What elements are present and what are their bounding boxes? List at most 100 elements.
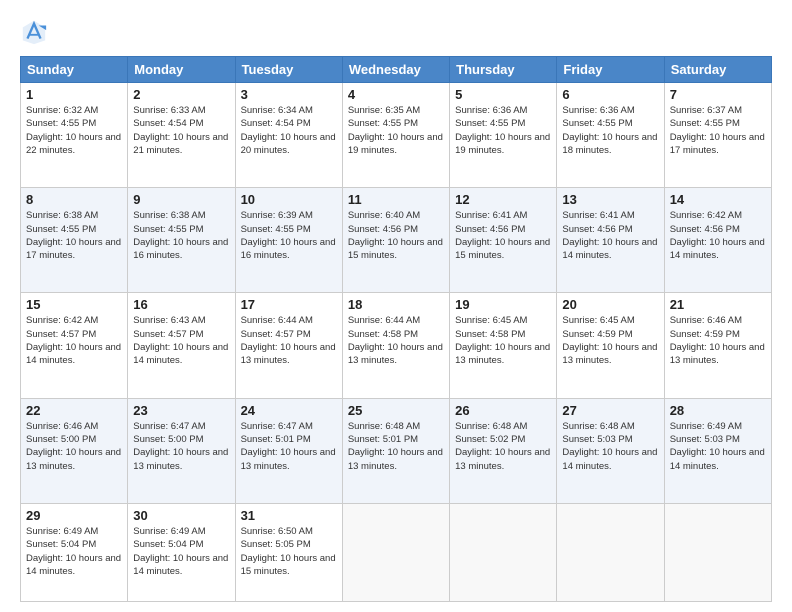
table-row: 19 Sunrise: 6:45 AMSunset: 4:58 PMDayligh… [450, 293, 557, 398]
cell-text: Sunrise: 6:41 AMSunset: 4:56 PMDaylight:… [562, 210, 657, 261]
table-row: 13 Sunrise: 6:41 AMSunset: 4:56 PMDayligh… [557, 188, 664, 293]
cell-text: Sunrise: 6:34 AMSunset: 4:54 PMDaylight:… [241, 105, 336, 156]
table-row: 12 Sunrise: 6:41 AMSunset: 4:56 PMDayligh… [450, 188, 557, 293]
col-sunday: Sunday [21, 57, 128, 83]
top-section [20, 18, 772, 46]
cell-text: Sunrise: 6:48 AMSunset: 5:02 PMDaylight:… [455, 421, 550, 472]
day-number: 4 [348, 87, 444, 102]
day-number: 7 [670, 87, 766, 102]
table-row: 26 Sunrise: 6:48 AMSunset: 5:02 PMDayligh… [450, 398, 557, 503]
table-row: 2 Sunrise: 6:33 AMSunset: 4:54 PMDaylight… [128, 83, 235, 188]
cell-text: Sunrise: 6:45 AMSunset: 4:59 PMDaylight:… [562, 315, 657, 366]
day-number: 6 [562, 87, 658, 102]
day-number: 2 [133, 87, 229, 102]
day-number: 17 [241, 297, 337, 312]
table-row [557, 503, 664, 601]
cell-text: Sunrise: 6:45 AMSunset: 4:58 PMDaylight:… [455, 315, 550, 366]
cell-text: Sunrise: 6:48 AMSunset: 5:03 PMDaylight:… [562, 421, 657, 472]
day-number: 28 [670, 403, 766, 418]
cell-text: Sunrise: 6:38 AMSunset: 4:55 PMDaylight:… [133, 210, 228, 261]
table-row: 5Sunrise: 6:36 AMSunset: 4:55 PMDaylight… [450, 83, 557, 188]
cell-text: Sunrise: 6:44 AMSunset: 4:57 PMDaylight:… [241, 315, 336, 366]
table-row: 24 Sunrise: 6:47 AMSunset: 5:01 PMDayligh… [235, 398, 342, 503]
day-number: 24 [241, 403, 337, 418]
day-number: 10 [241, 192, 337, 207]
cell-text: Sunrise: 6:43 AMSunset: 4:57 PMDaylight:… [133, 315, 228, 366]
day-number: 31 [241, 508, 337, 523]
table-row [450, 503, 557, 601]
day-number: 27 [562, 403, 658, 418]
cell-text: Sunrise: 6:40 AMSunset: 4:56 PMDaylight:… [348, 210, 443, 261]
table-row: 25 Sunrise: 6:48 AMSunset: 5:01 PMDayligh… [342, 398, 449, 503]
cell-text: Sunrise: 6:50 AMSunset: 5:05 PMDaylight:… [241, 526, 336, 577]
table-row: 4 Sunrise: 6:35 AMSunset: 4:55 PMDaylight… [342, 83, 449, 188]
day-number: 1 [26, 87, 122, 102]
cell-text: Sunrise: 6:44 AMSunset: 4:58 PMDaylight:… [348, 315, 443, 366]
col-wednesday: Wednesday [342, 57, 449, 83]
day-number: 8 [26, 192, 122, 207]
col-thursday: Thursday [450, 57, 557, 83]
cell-text: Sunrise: 6:46 AMSunset: 4:59 PMDaylight:… [670, 315, 765, 366]
cell-text: Sunrise: 6:35 AMSunset: 4:55 PMDaylight:… [348, 105, 443, 156]
page: Sunday Monday Tuesday Wednesday Thursday… [0, 0, 792, 612]
cell-text: Sunrise: 6:32 AMSunset: 4:55 PMDaylight:… [26, 105, 121, 156]
day-number: 5 [455, 87, 551, 102]
cell-text: Sunrise: 6:33 AMSunset: 4:54 PMDaylight:… [133, 105, 228, 156]
table-row: 14 Sunrise: 6:42 AMSunset: 4:56 PMDayligh… [664, 188, 771, 293]
day-number: 15 [26, 297, 122, 312]
table-row: 16Sunrise: 6:43 AMSunset: 4:57 PMDayligh… [128, 293, 235, 398]
table-row: 22 Sunrise: 6:46 AMSunset: 5:00 PMDayligh… [21, 398, 128, 503]
cell-text: Sunrise: 6:47 AMSunset: 5:01 PMDaylight:… [241, 421, 336, 472]
day-number: 9 [133, 192, 229, 207]
cell-text: Sunrise: 6:49 AMSunset: 5:04 PMDaylight:… [26, 526, 121, 577]
day-number: 25 [348, 403, 444, 418]
day-number: 23 [133, 403, 229, 418]
table-row: 7Sunrise: 6:37 AMSunset: 4:55 PMDaylight… [664, 83, 771, 188]
cell-text: Sunrise: 6:36 AMSunset: 4:55 PMDaylight:… [562, 105, 657, 156]
cell-text: Sunrise: 6:42 AMSunset: 4:57 PMDaylight:… [26, 315, 121, 366]
table-row: 10 Sunrise: 6:39 AMSunset: 4:55 PMDayligh… [235, 188, 342, 293]
day-number: 19 [455, 297, 551, 312]
table-row: 20 Sunrise: 6:45 AMSunset: 4:59 PMDayligh… [557, 293, 664, 398]
col-saturday: Saturday [664, 57, 771, 83]
table-row: 18 Sunrise: 6:44 AMSunset: 4:58 PMDayligh… [342, 293, 449, 398]
cell-text: Sunrise: 6:46 AMSunset: 5:00 PMDaylight:… [26, 421, 121, 472]
day-number: 20 [562, 297, 658, 312]
day-number: 18 [348, 297, 444, 312]
table-row: 27 Sunrise: 6:48 AMSunset: 5:03 PMDayligh… [557, 398, 664, 503]
day-number: 12 [455, 192, 551, 207]
cell-text: Sunrise: 6:48 AMSunset: 5:01 PMDaylight:… [348, 421, 443, 472]
day-number: 30 [133, 508, 229, 523]
day-number: 3 [241, 87, 337, 102]
day-number: 22 [26, 403, 122, 418]
table-row: 28 Sunrise: 6:49 AMSunset: 5:03 PMDayligh… [664, 398, 771, 503]
day-number: 14 [670, 192, 766, 207]
cell-text: Sunrise: 6:39 AMSunset: 4:55 PMDaylight:… [241, 210, 336, 261]
table-row: 1 Sunrise: 6:32 AMSunset: 4:55 PMDaylight… [21, 83, 128, 188]
cell-text: Sunrise: 6:38 AMSunset: 4:55 PMDaylight:… [26, 210, 121, 261]
day-number: 29 [26, 508, 122, 523]
table-row: 21 Sunrise: 6:46 AMSunset: 4:59 PMDayligh… [664, 293, 771, 398]
cell-text: Sunrise: 6:49 AMSunset: 5:03 PMDaylight:… [670, 421, 765, 472]
cell-text: Sunrise: 6:41 AMSunset: 4:56 PMDaylight:… [455, 210, 550, 261]
col-tuesday: Tuesday [235, 57, 342, 83]
table-row: 30Sunrise: 6:49 AMSunset: 5:04 PMDayligh… [128, 503, 235, 601]
table-row: 9 Sunrise: 6:38 AMSunset: 4:55 PMDaylight… [128, 188, 235, 293]
logo [20, 18, 54, 46]
table-row: 11 Sunrise: 6:40 AMSunset: 4:56 PMDayligh… [342, 188, 449, 293]
table-row: 31 Sunrise: 6:50 AMSunset: 5:05 PMDayligh… [235, 503, 342, 601]
day-number: 21 [670, 297, 766, 312]
col-friday: Friday [557, 57, 664, 83]
table-row: 8 Sunrise: 6:38 AMSunset: 4:55 PMDaylight… [21, 188, 128, 293]
day-number: 26 [455, 403, 551, 418]
table-row: 23Sunrise: 6:47 AMSunset: 5:00 PMDayligh… [128, 398, 235, 503]
col-monday: Monday [128, 57, 235, 83]
day-number: 13 [562, 192, 658, 207]
table-row [664, 503, 771, 601]
calendar-table: Sunday Monday Tuesday Wednesday Thursday… [20, 56, 772, 602]
header-row: Sunday Monday Tuesday Wednesday Thursday… [21, 57, 772, 83]
day-number: 11 [348, 192, 444, 207]
table-row: 3 Sunrise: 6:34 AMSunset: 4:54 PMDaylight… [235, 83, 342, 188]
logo-icon [20, 18, 48, 46]
cell-text: Sunrise: 6:42 AMSunset: 4:56 PMDaylight:… [670, 210, 765, 261]
